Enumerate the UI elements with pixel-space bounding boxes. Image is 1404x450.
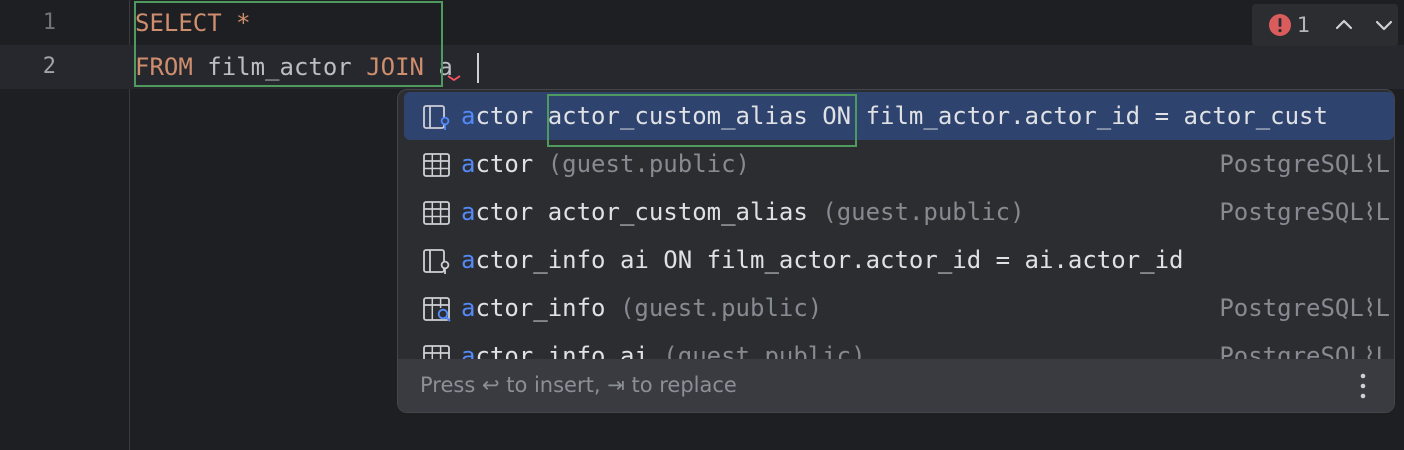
keyword-select: SELECT: [135, 9, 222, 37]
item-name: ctor: [475, 150, 534, 178]
more-vertical-icon[interactable]: [1358, 372, 1368, 400]
item-name: ctor_info: [475, 294, 606, 322]
item-name: ctor_info ai ON film_actor.actor_id = ai…: [475, 246, 1184, 274]
join-clause-icon: [423, 105, 450, 130]
item-source: PostgreSQL⌇L: [1219, 342, 1390, 361]
completion-item[interactable]: actor_info ai ON film_actor.actor_id = a…: [404, 236, 1394, 284]
line-number-1: 1: [42, 10, 56, 35]
match-prefix: a: [461, 102, 476, 130]
error-icon[interactable]: [1268, 13, 1292, 37]
item-schema: (guest.public): [807, 198, 1025, 226]
view-icon: [423, 297, 451, 322]
completion-item[interactable]: actor_info (guest.public) PostgreSQL⌇L: [404, 284, 1394, 332]
completion-popup: actor actor_custom_alias ON film_actor.a…: [397, 89, 1395, 413]
item-source: PostgreSQL⌇L: [1219, 150, 1390, 178]
table-icon: [423, 201, 450, 225]
match-prefix: a: [461, 246, 476, 274]
item-schema: (guest.public): [605, 294, 823, 322]
line-number-2: 2: [42, 54, 56, 79]
completion-item-text: actor (guest.public): [461, 140, 750, 188]
inspection-widget[interactable]: 1: [1252, 4, 1398, 46]
code-line-2[interactable]: FROM film_actor JOIN a: [135, 45, 453, 89]
completion-item-text: actor_info (guest.public): [461, 284, 822, 332]
completion-item-text: actor actor_custom_alias (guest.public): [461, 188, 1025, 236]
code-line-1[interactable]: SELECT *: [135, 1, 251, 45]
error-count: 1: [1297, 13, 1311, 37]
chevron-down-icon[interactable]: [1371, 12, 1397, 38]
join-clause-icon: [423, 249, 450, 274]
completion-item-text: actor_info ai (guest.public): [461, 332, 866, 361]
completion-list[interactable]: actor actor_custom_alias ON film_actor.a…: [398, 90, 1394, 361]
match-prefix: a: [461, 150, 476, 178]
asterisk-token: *: [221, 9, 251, 37]
table-icon: [423, 153, 450, 177]
keyword-from: FROM: [135, 53, 193, 81]
match-prefix: a: [461, 198, 476, 226]
text-caret: [477, 53, 479, 83]
completion-item[interactable]: actor (guest.public) PostgreSQL⌇L: [404, 140, 1394, 188]
keyword-join: JOIN: [366, 53, 424, 81]
item-name: ctor actor_custom_alias: [475, 198, 808, 226]
completion-item[interactable]: actor_info ai (guest.public) PostgreSQL⌇…: [404, 332, 1394, 361]
completion-item[interactable]: actor actor_custom_alias (guest.public) …: [404, 188, 1394, 236]
item-schema: (guest.public): [533, 150, 750, 178]
completion-footer: Press ↩ to insert, ⇥ to replace: [398, 359, 1394, 412]
completion-item[interactable]: actor actor_custom_alias ON film_actor.a…: [404, 92, 1394, 147]
match-prefix: a: [461, 294, 476, 322]
item-source: PostgreSQL⌇L: [1219, 198, 1390, 226]
error-squiggle: [447, 75, 461, 82]
footer-hint: Press ↩ to insert, ⇥ to replace: [420, 373, 737, 397]
table-name-token: film_actor: [192, 53, 367, 81]
item-source: PostgreSQL⌇L: [1219, 294, 1390, 322]
item-name: ctor: [475, 102, 534, 130]
chevron-up-icon[interactable]: [1331, 12, 1357, 38]
completion-item-text: actor_info ai ON film_actor.actor_id = a…: [461, 236, 1183, 284]
